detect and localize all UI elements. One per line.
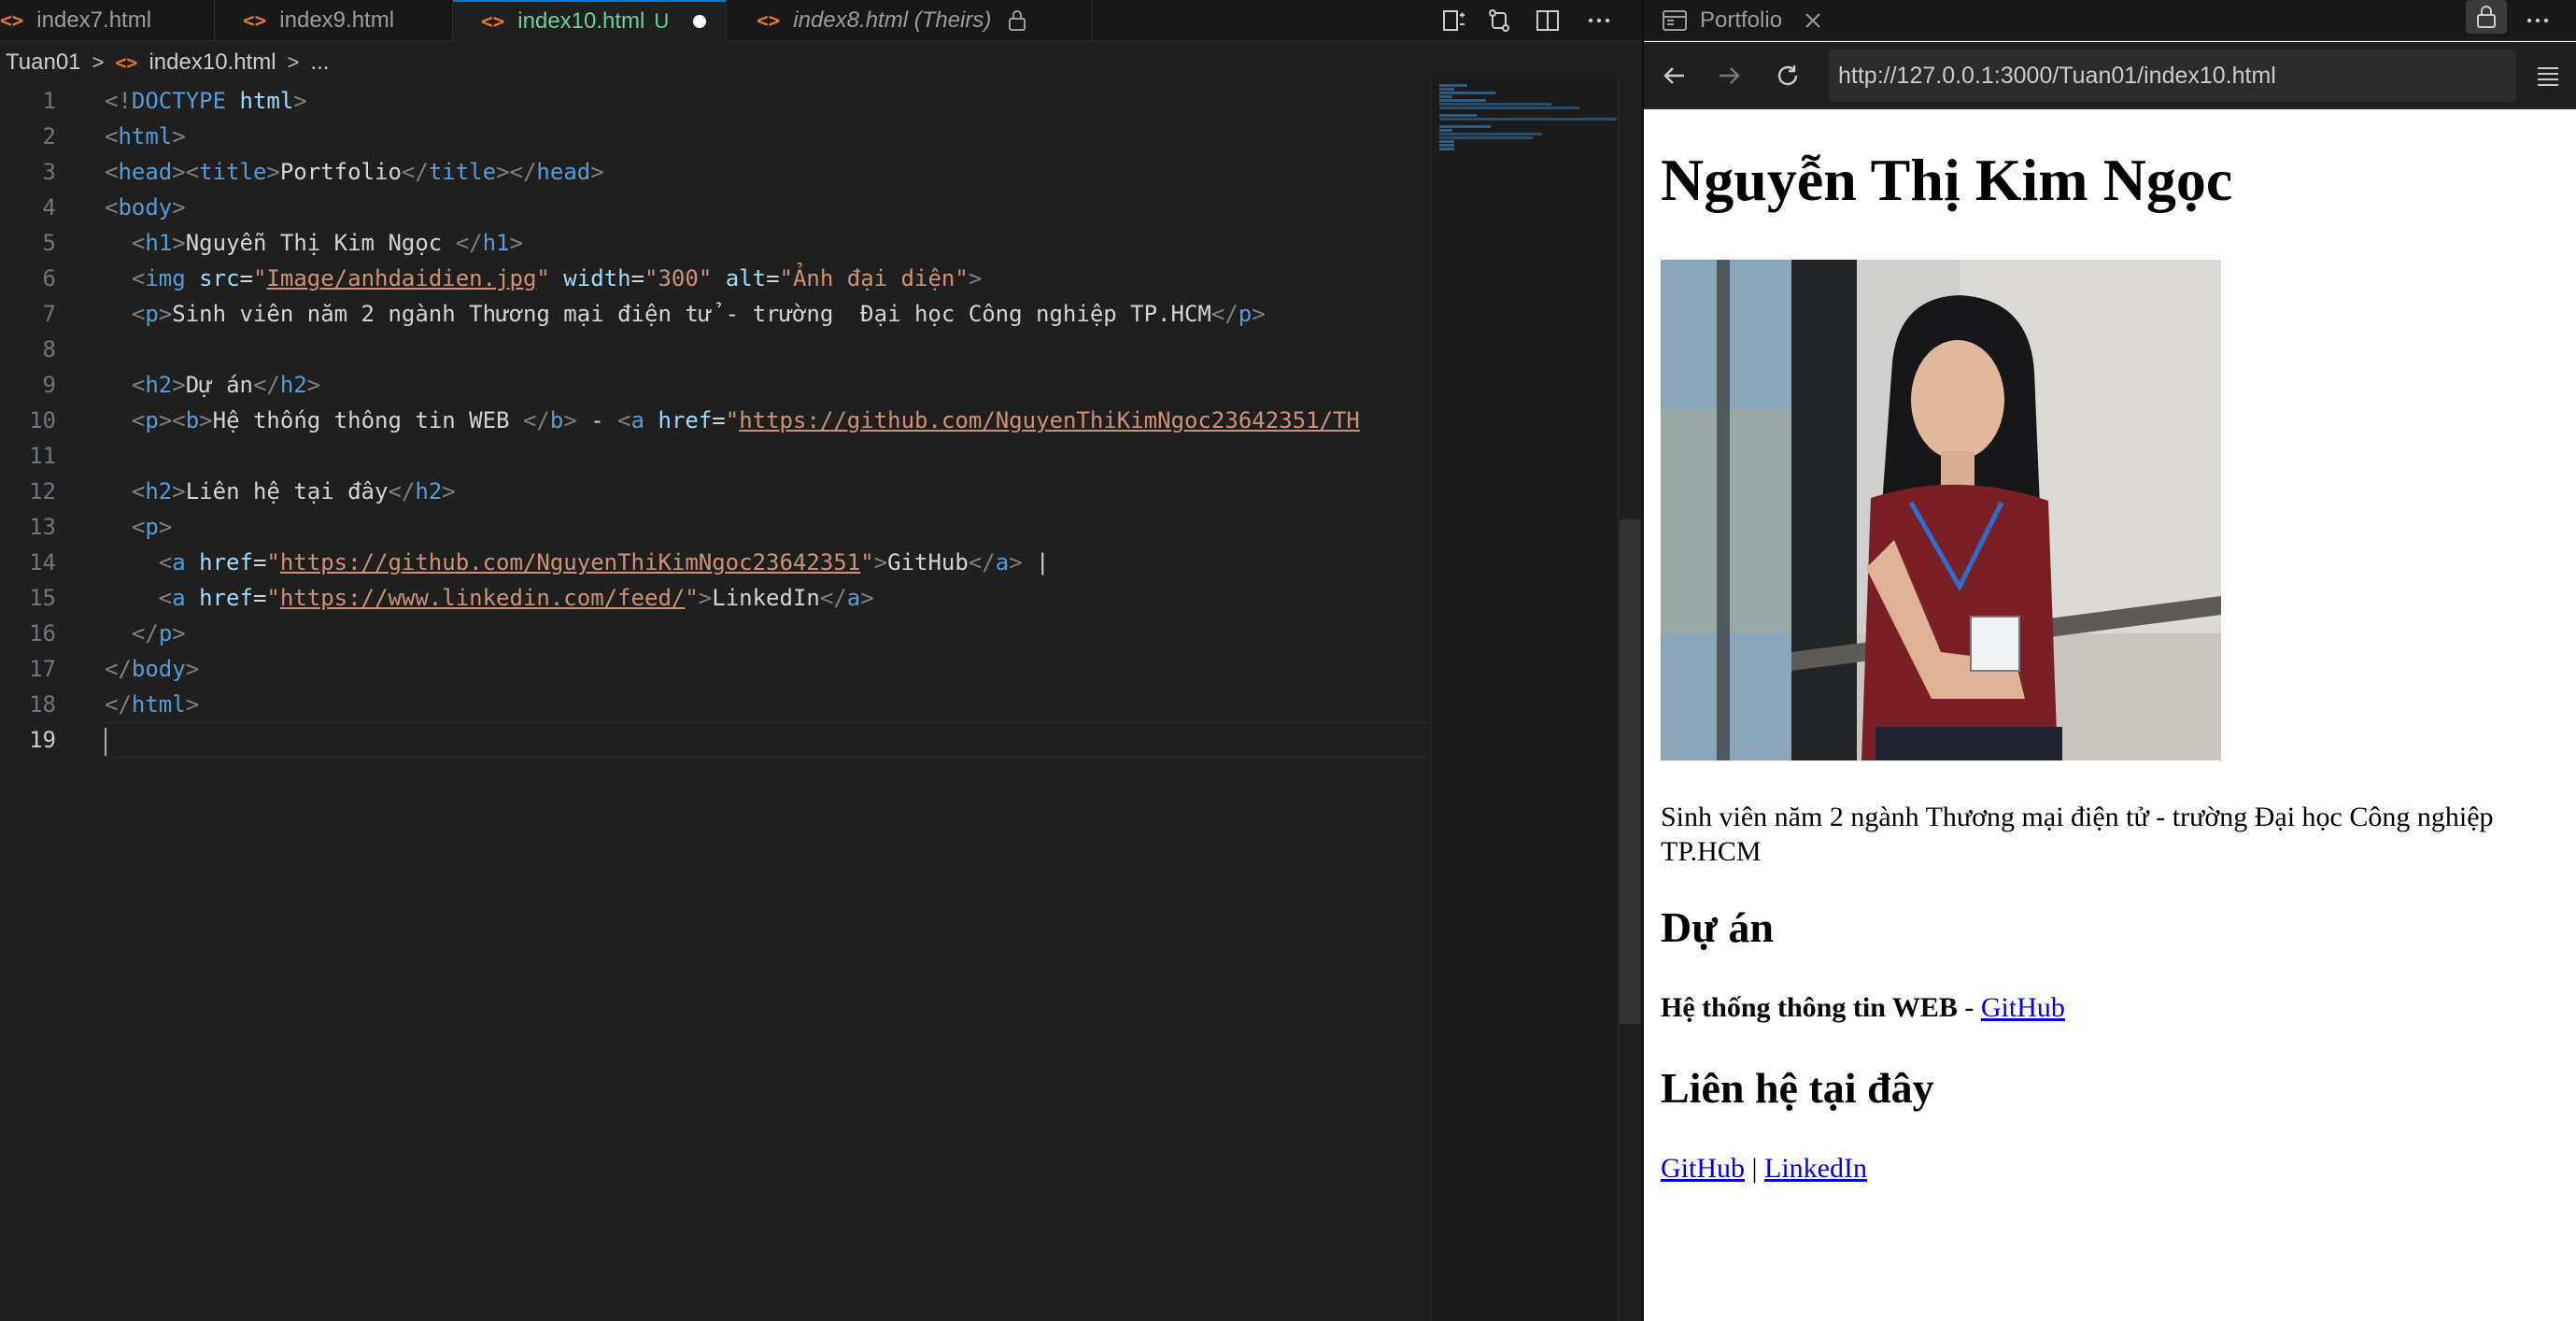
tab-index10[interactable]: <> index10.html U [453, 0, 727, 41]
github-link[interactable]: GitHub [1661, 1153, 1745, 1184]
html-file-icon: <> [115, 51, 138, 74]
profile-photo [1661, 260, 2221, 760]
code-line-11[interactable] [105, 438, 1431, 474]
line-number: 3 [42, 159, 56, 185]
code-line-14[interactable]: <a href="https://github.com/NguyenThiKim… [105, 545, 1431, 580]
line-number: 4 [42, 194, 56, 220]
html-file-icon: <> [757, 9, 781, 32]
code-line-3[interactable]: <head><title>Portfolio</title></head> [105, 154, 1431, 190]
line-number: 12 [29, 478, 56, 504]
line-number-current: 19 [29, 727, 56, 753]
code-line-16[interactable]: </p> [105, 616, 1431, 651]
browser-preview: Portfolio http://127.0.0.1:3000/Tuan01/i… [1642, 0, 2576, 1321]
code-line-5[interactable]: <h1>Nguyễn Thị Kim Ngọc </h1> [105, 225, 1431, 261]
breadcrumb-folder[interactable]: Tuan01 [6, 50, 81, 76]
reload-icon[interactable] [1767, 55, 1808, 96]
line-number: 11 [29, 443, 56, 469]
code-line-2[interactable]: <html> [105, 119, 1431, 154]
editor-tab-bar: <> index7.html <> index9.html <> index10… [0, 0, 1642, 41]
lock-icon [1008, 9, 1026, 32]
line-number: 5 [42, 230, 56, 256]
line-number: 9 [42, 372, 56, 398]
contact-links: GitHub | LinkedIn [1661, 1153, 1867, 1185]
untracked-badge: U [654, 9, 670, 33]
code-line-12[interactable]: <h2>Liên hệ tại đây</h2> [105, 474, 1431, 509]
line-number: 13 [29, 514, 56, 540]
open-changes-icon[interactable] [1434, 0, 1475, 41]
menu-icon[interactable] [2527, 55, 2569, 96]
minimap[interactable] [1431, 78, 1618, 1321]
code-line-19-current[interactable] [105, 722, 1431, 758]
code-line-7[interactable]: <p>Sinh viên năm 2 ngành Thương mại điện… [105, 296, 1431, 332]
link-separator: | [1745, 1153, 1765, 1184]
project-separator: - [1957, 992, 1981, 1023]
line-number: 16 [29, 620, 56, 646]
contact-heading: Liên hệ tại đây [1661, 1064, 1934, 1112]
tab-index8-theirs[interactable]: <> index8.html (Theirs) [727, 0, 1093, 41]
code-line-15[interactable]: <a href="https://www.linkedin.com/feed/"… [105, 580, 1431, 616]
tab-index7[interactable]: <> index7.html [0, 0, 215, 41]
html-file-icon: <> [0, 9, 24, 32]
tab-label: index9.html [279, 7, 395, 33]
code-line-4[interactable]: <body> [105, 190, 1431, 225]
code-line-17[interactable]: </body> [105, 651, 1431, 687]
editor-scrollbar-thumb[interactable] [1620, 519, 1640, 1024]
tab-label: index10.html [517, 8, 645, 34]
chevron-right-icon: > [287, 50, 300, 74]
line-number: 6 [42, 265, 56, 291]
intro-paragraph: Sinh viên năm 2 ngành Thương mại điện tử… [1661, 802, 2494, 867]
git-compare-icon[interactable] [1479, 0, 1520, 41]
back-arrow-icon[interactable] [1653, 55, 1694, 96]
page-heading: Nguyễn Thị Kim Ngọc [1661, 147, 2233, 213]
project-line: Hệ thống thông tin WEB - GitHub [1661, 992, 2065, 1024]
line-number: 8 [42, 336, 56, 362]
code-line-18[interactable]: </html> [105, 687, 1431, 722]
code-line-6[interactable]: <img src="Image/anhdaidien.jpg" width="3… [105, 261, 1431, 296]
breadcrumb-file[interactable]: index10.html [149, 50, 276, 76]
line-number: 10 [29, 407, 56, 433]
forward-arrow-icon[interactable] [1709, 55, 1750, 96]
close-icon[interactable] [1805, 12, 1821, 29]
browser-tab-bar: Portfolio [1644, 0, 2576, 41]
tab-portfolio[interactable]: Portfolio [1644, 0, 1821, 41]
line-number: 1 [42, 88, 56, 114]
project-github-link[interactable]: GitHub [1981, 992, 2065, 1023]
code-line-8[interactable] [105, 332, 1431, 367]
lock-icon[interactable] [2466, 0, 2507, 34]
code-line-9[interactable]: <h2>Dự án</h2> [105, 367, 1431, 403]
unsaved-dot-icon[interactable] [693, 15, 707, 28]
line-number: 18 [29, 691, 56, 717]
projects-heading: Dự án [1661, 903, 1774, 951]
html-file-icon: <> [481, 10, 505, 33]
tab-index9[interactable]: <> index9.html [215, 0, 453, 41]
code-editor: <> index7.html <> index9.html <> index10… [0, 0, 1642, 1321]
url-input[interactable]: http://127.0.0.1:3000/Tuan01/index10.htm… [1829, 50, 2516, 102]
tab-label: index7.html [36, 7, 152, 33]
line-number-gutter: 1 2 3 4 5 6 7 8 9 10 11 12 13 14 15 16 1… [0, 83, 93, 758]
more-actions-icon[interactable] [1578, 0, 1620, 41]
line-number: 7 [42, 301, 56, 327]
line-number: 14 [29, 549, 56, 575]
page-viewport: Nguyễn Thị Kim Ngọc Sinh viên năm 2 ngàn… [1644, 110, 2576, 1321]
chevron-right-icon: > [92, 50, 105, 74]
breadcrumb-more[interactable]: ... [310, 50, 329, 76]
code-area[interactable]: <!DOCTYPE html> <html> <head><title>Port… [105, 83, 1431, 758]
html-file-icon: <> [243, 9, 267, 32]
tab-label: index8.html (Theirs) [793, 7, 992, 33]
browser-tab-title: Portfolio [1700, 7, 1783, 33]
project-name: Hệ thống thông tin WEB [1661, 992, 1958, 1023]
browser-tab-icon [1663, 10, 1687, 31]
more-actions-icon[interactable] [2517, 0, 2558, 41]
line-number: 15 [29, 585, 56, 611]
split-editor-icon[interactable] [1527, 0, 1568, 41]
text-cursor [105, 728, 106, 756]
linkedin-link[interactable]: LinkedIn [1764, 1153, 1867, 1184]
breadcrumb: Tuan01 > <> index10.html > ... [0, 47, 329, 78]
browser-toolbar: http://127.0.0.1:3000/Tuan01/index10.htm… [1644, 42, 2576, 109]
code-line-13[interactable]: <p> [105, 509, 1431, 545]
line-number: 2 [42, 123, 56, 149]
code-line-1[interactable]: <!DOCTYPE html> [105, 83, 1431, 119]
code-line-10[interactable]: <p><b>Hệ thống thông tin WEB </b> - <a h… [105, 403, 1431, 438]
line-number: 17 [29, 656, 56, 682]
